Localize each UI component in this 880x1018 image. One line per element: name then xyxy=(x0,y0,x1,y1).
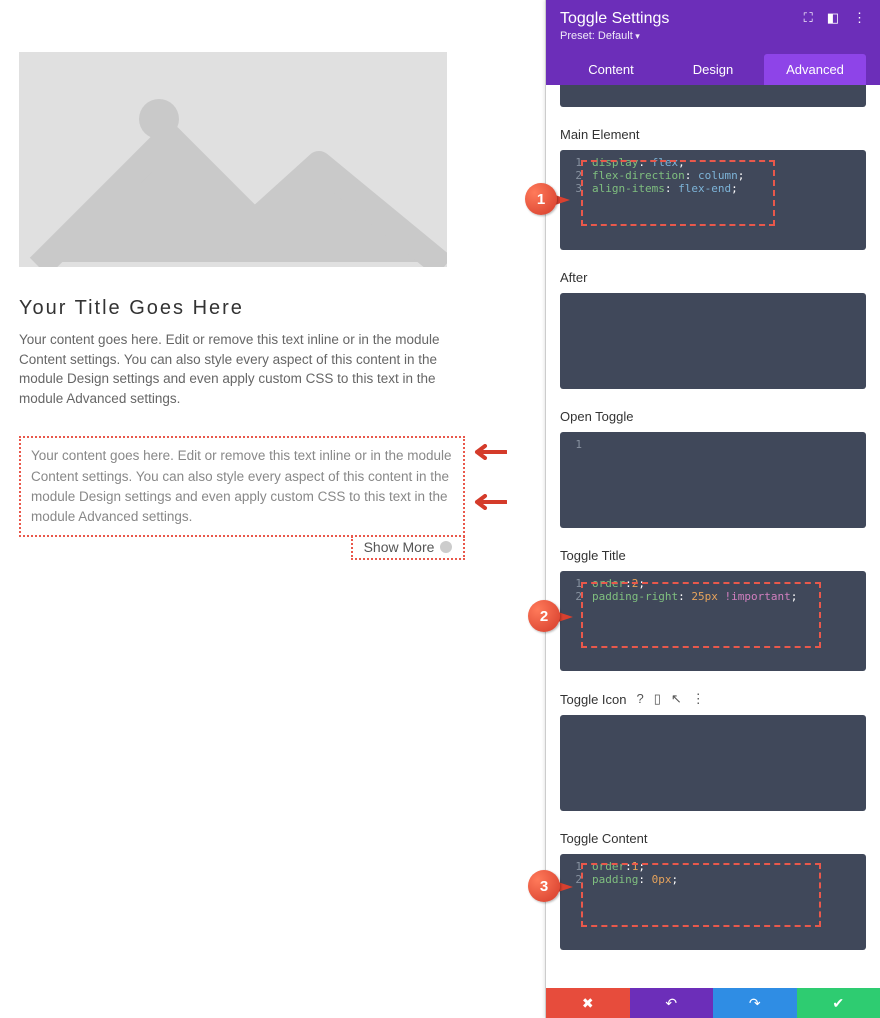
tab-advanced[interactable]: Advanced xyxy=(764,54,866,85)
code-open-toggle[interactable]: 1 xyxy=(560,432,866,528)
more-options-icon[interactable]: ⋮ xyxy=(692,691,705,707)
label-main-element: Main Element xyxy=(560,127,866,142)
hover-icon[interactable]: ↖ xyxy=(671,691,682,707)
callout-1: 1 xyxy=(525,183,575,215)
toggle-button-label: Show More xyxy=(364,539,435,555)
tab-design[interactable]: Design xyxy=(662,54,764,85)
toggle-icon-dot xyxy=(440,541,452,553)
preview-body: Your content goes here. Edit or remove t… xyxy=(19,330,449,408)
expand-icon[interactable]: ⛶ xyxy=(804,10,813,26)
callout-2: 2 xyxy=(528,600,578,632)
arrow-to-button xyxy=(471,494,507,510)
label-open-toggle: Open Toggle xyxy=(560,409,866,424)
toggle-content-text: Your content goes here. Edit or remove t… xyxy=(31,446,453,527)
code-main-element[interactable]: 1display: flex;2flex-direction: column;3… xyxy=(560,150,866,250)
code-after[interactable] xyxy=(560,293,866,389)
undo-button[interactable]: ↶ xyxy=(630,988,714,1018)
code-toggle-title[interactable]: 1order:2;2padding-right: 25px !important… xyxy=(560,571,866,671)
preview-title: Your Title Goes Here xyxy=(19,297,462,320)
label-toggle-content: Toggle Content xyxy=(560,831,866,846)
toggle-title-highlight[interactable]: Show More xyxy=(351,536,465,560)
cancel-button[interactable]: ✖ xyxy=(546,988,630,1018)
sidebar-title: Toggle Settings xyxy=(560,10,669,28)
redo-button[interactable]: ↷ xyxy=(713,988,797,1018)
dock-icon[interactable]: ◧ xyxy=(827,10,839,26)
toggle-content-highlight: Your content goes here. Edit or remove t… xyxy=(19,436,465,537)
image-placeholder xyxy=(19,52,447,267)
preset-dropdown[interactable]: Preset: Default xyxy=(560,30,669,42)
label-toggle-icon: Toggle Icon ? ▯ ↖ ⋮ xyxy=(560,691,866,707)
label-toggle-icon-text: Toggle Icon xyxy=(560,692,627,707)
settings-sidebar: Toggle Settings Preset: Default ⛶ ◧ ⋮ Co… xyxy=(545,0,880,1018)
arrow-to-content xyxy=(471,444,507,460)
footer-buttons: ✖ ↶ ↷ ✔ xyxy=(546,988,880,1018)
code-toggle-content[interactable]: 1order:1;2padding: 0px; xyxy=(560,854,866,950)
callout-3: 3 xyxy=(528,870,578,902)
code-toggle-icon[interactable] xyxy=(560,715,866,811)
sidebar-header: Toggle Settings Preset: Default ⛶ ◧ ⋮ Co… xyxy=(546,0,880,85)
preview-column: Your Title Goes Here Your content goes h… xyxy=(19,52,462,560)
sidebar-tabs: Content Design Advanced xyxy=(560,54,866,85)
sidebar-panel[interactable]: Main Element 1display: flex;2flex-direct… xyxy=(546,85,880,988)
tab-content[interactable]: Content xyxy=(560,54,662,85)
phone-icon[interactable]: ▯ xyxy=(654,691,661,707)
save-button[interactable]: ✔ xyxy=(797,988,880,1018)
help-icon[interactable]: ? xyxy=(637,691,644,707)
more-icon[interactable]: ⋮ xyxy=(853,10,866,26)
label-after: After xyxy=(560,270,866,285)
label-toggle-title: Toggle Title xyxy=(560,548,866,563)
code-box-prev[interactable] xyxy=(560,85,866,107)
